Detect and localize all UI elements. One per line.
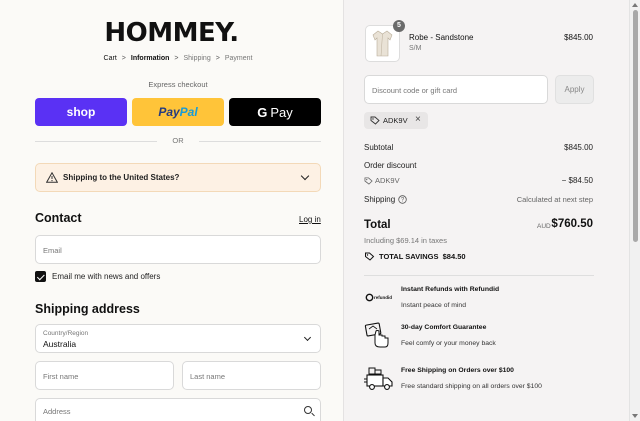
google-g-icon: G xyxy=(257,104,268,120)
perk-title-comfort: 30-day Comfort Guarantee xyxy=(401,324,487,331)
taxes-note: Including $69.14 in taxes xyxy=(364,236,447,245)
paypal-label-pay: Pay xyxy=(158,105,180,119)
refundid-logo-text: refundid xyxy=(374,295,392,300)
scrollbar-thumb[interactable] xyxy=(633,10,638,242)
refundid-logo-icon xyxy=(365,293,374,302)
newsletter-checkbox[interactable] xyxy=(35,271,46,282)
applied-discount-code: ADK9V xyxy=(383,116,408,125)
google-pay-button[interactable]: G Pay xyxy=(229,98,321,126)
page-scrollbar[interactable] xyxy=(629,0,640,421)
email-placeholder: Email xyxy=(43,246,62,255)
or-divider: OR xyxy=(35,136,321,146)
last-name-field[interactable]: Last name xyxy=(182,361,321,390)
product-variant: S/M xyxy=(409,45,422,52)
perk-desc-shipping: Free standard shipping on all orders ove… xyxy=(401,383,542,390)
contact-title: Contact xyxy=(35,211,82,225)
discount-code-field[interactable]: Discount code or gift card xyxy=(364,75,548,104)
paypal-button[interactable]: Pay Pal xyxy=(132,98,224,126)
country-value: Australia xyxy=(43,339,77,349)
order-summary-panel xyxy=(343,0,629,421)
scroll-up-arrow-icon[interactable] xyxy=(632,3,638,7)
help-icon[interactable]: ? xyxy=(398,195,407,204)
product-price: $845.00 xyxy=(564,33,593,42)
breadcrumb-payment: Payment xyxy=(224,55,253,62)
total-savings-label: TOTAL SAVINGS xyxy=(379,252,439,261)
apply-button[interactable]: Apply xyxy=(555,75,594,104)
shop-pay-label: shop xyxy=(66,105,96,119)
shipping-value: Calculated at next step xyxy=(516,195,593,204)
tag-icon xyxy=(365,252,375,261)
chevron-down-icon xyxy=(303,333,312,342)
shipping-label: Shipping xyxy=(364,195,396,204)
order-discount-label: Order discount xyxy=(364,161,417,170)
remove-discount-icon[interactable]: × xyxy=(415,114,421,125)
summary-divider xyxy=(364,275,594,276)
total-currency: AUD xyxy=(537,223,551,230)
shipping-country-notice[interactable]: Shipping to the United States? xyxy=(35,163,321,192)
last-name-placeholder: Last name xyxy=(190,372,226,381)
breadcrumb: Cart > Information > Shipping > Payment xyxy=(0,55,356,62)
google-pay-label: Pay xyxy=(270,104,293,120)
order-discount-code: ADK9V xyxy=(375,176,400,185)
total-label: Total xyxy=(364,219,391,231)
country-label: Country/Region xyxy=(43,330,89,337)
total-savings: TOTAL SAVINGS $84.50 xyxy=(379,252,466,261)
tag-icon xyxy=(370,116,380,125)
subtotal-label: Subtotal xyxy=(364,143,394,152)
discount-placeholder: Discount code or gift card xyxy=(372,86,458,95)
delivery-truck-icon xyxy=(364,367,393,390)
product-name: Robe - Sandstone xyxy=(409,33,474,42)
express-checkout-heading: Express checkout xyxy=(148,80,208,89)
warning-icon xyxy=(46,172,58,183)
address-placeholder: Address xyxy=(43,407,71,416)
chevron-right-icon: > xyxy=(174,55,179,62)
perk-title-refunds: Instant Refunds with Refundid xyxy=(401,286,500,293)
checkout-form-panel: HOMMEY. Cart > Information > Shipping > Paymen… xyxy=(0,0,343,421)
newsletter-label: Email me with news and offers xyxy=(52,272,161,281)
country-select[interactable]: Country/Region Australia xyxy=(35,324,321,353)
perk-desc-comfort: Feel comfy or your money back xyxy=(401,340,496,347)
divider-line-right xyxy=(199,141,321,142)
breadcrumb-shipping: Shipping xyxy=(183,55,211,62)
chevron-right-icon: > xyxy=(121,55,126,62)
order-discount-value: − $84.50 xyxy=(561,176,593,185)
email-field[interactable]: Email xyxy=(35,235,321,264)
login-link[interactable]: Log in xyxy=(299,215,321,224)
quantity-badge: 5 xyxy=(393,20,405,32)
chevron-right-icon: > xyxy=(215,55,220,62)
brand-logo[interactable]: HOMMEY. xyxy=(0,18,343,48)
paypal-label-pal: Pal xyxy=(179,105,198,119)
breadcrumb-information: Information xyxy=(130,55,170,62)
scroll-down-arrow-icon[interactable] xyxy=(632,414,638,418)
breadcrumb-cart[interactable]: Cart xyxy=(104,55,117,62)
search-icon xyxy=(304,406,312,414)
robe-image xyxy=(372,30,393,57)
address-field[interactable]: Address xyxy=(35,398,321,421)
comfort-hand-icon xyxy=(364,322,389,348)
shipping-notice-text: Shipping to the United States? xyxy=(63,173,180,182)
first-name-field[interactable]: First name xyxy=(35,361,174,390)
shop-pay-button[interactable]: shop xyxy=(35,98,127,126)
perk-title-shipping: Free Shipping on Orders over $100 xyxy=(401,367,514,374)
total-value: $760.50 xyxy=(551,218,593,230)
perk-desc-refunds: Instant peace of mind xyxy=(401,302,466,309)
tag-icon xyxy=(364,177,373,185)
total-savings-value: $84.50 xyxy=(442,252,466,261)
applied-discount-chip: ADK9V × xyxy=(364,112,428,129)
subtotal-value: $845.00 xyxy=(564,143,593,152)
shipping-address-title: Shipping address xyxy=(35,302,140,316)
chevron-down-icon xyxy=(300,171,310,181)
first-name-placeholder: First name xyxy=(43,372,79,381)
